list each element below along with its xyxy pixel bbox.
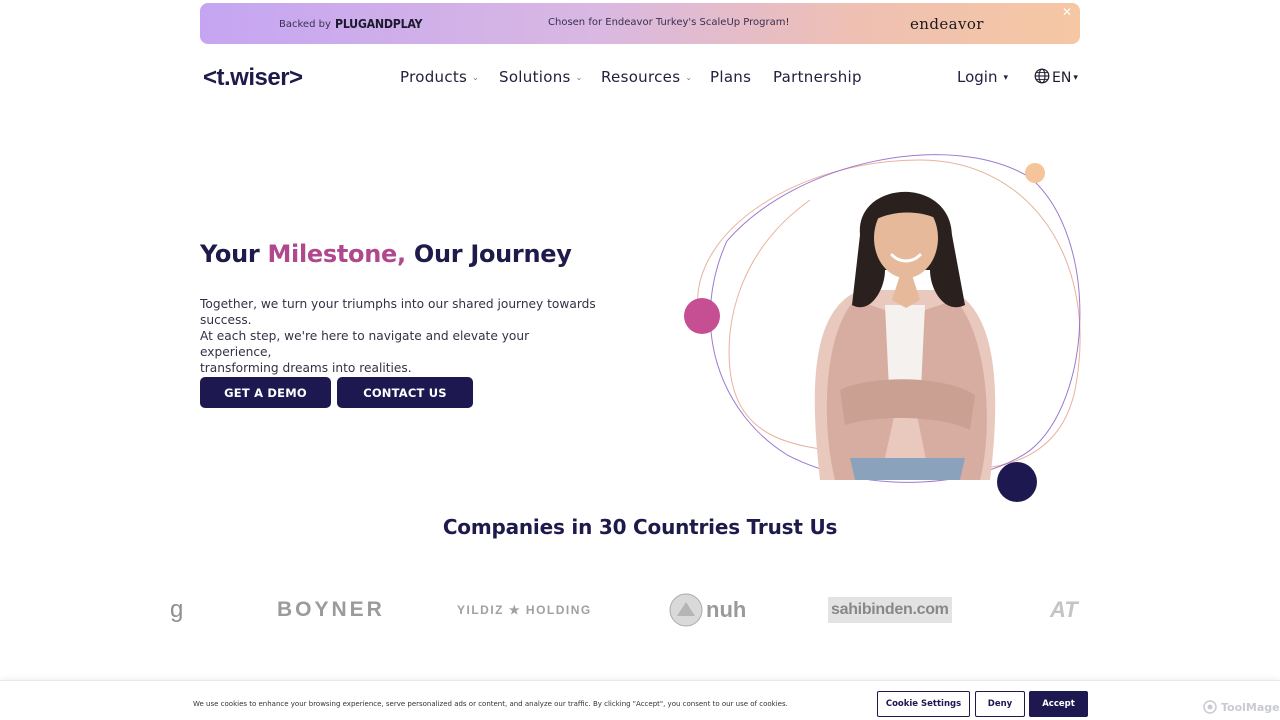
nav-resources-label: Resources <box>601 68 681 86</box>
nuh-emblem-icon <box>669 593 703 627</box>
nav-partnership[interactable]: Partnership <box>773 68 862 86</box>
chevron-down-icon: ⌄ <box>685 73 693 82</box>
language-selector[interactable]: EN ▾ <box>1034 68 1078 88</box>
chevron-down-icon: ⌄ <box>575 73 583 82</box>
client-logo-carousel: g BOYNER YILDIZ ★ HOLDING nuh sahibinden… <box>170 585 1080 635</box>
globe-icon <box>1034 68 1050 88</box>
login-label: Login <box>957 68 998 86</box>
watermark-text: ToolMage <box>1221 700 1280 714</box>
backed-by: Backed by PLUGANDPLAY <box>279 17 430 31</box>
nav-solutions-label: Solutions <box>499 68 571 86</box>
cookie-consent-text: We use cookies to enhance your browsing … <box>193 700 788 708</box>
caret-down-icon: ▾ <box>1073 73 1078 83</box>
hero-description-line: Together, we turn your triumphs into our… <box>200 297 596 327</box>
navy-dot <box>997 462 1037 502</box>
cookie-consent-bar: We use cookies to enhance your browsing … <box>0 680 1280 720</box>
trust-title: Companies in 30 Countries Trust Us <box>442 515 838 539</box>
twiser-logo[interactable]: <t.wiser> <box>203 64 303 92</box>
nav-resources[interactable]: Resources ⌄ <box>601 68 692 86</box>
close-banner-button[interactable]: ✕ <box>1062 5 1072 19</box>
deny-cookies-button[interactable]: Deny <box>975 691 1025 717</box>
client-logo-boyner: BOYNER <box>277 598 385 621</box>
login-menu[interactable]: Login ▾ <box>957 68 1008 86</box>
client-logo-nuh: nuh <box>668 585 746 635</box>
nav-plans[interactable]: Plans <box>710 68 751 86</box>
watermark-logo-icon <box>1203 700 1217 714</box>
accept-cookies-button[interactable]: Accept <box>1029 691 1088 717</box>
hero-title-accent: Milestone, <box>267 240 406 268</box>
chevron-down-icon: ⌄ <box>472 73 480 82</box>
nav-products[interactable]: Products ⌄ <box>400 68 479 86</box>
plugandplay-logo: PLUGANDPLAY <box>334 17 423 31</box>
client-logo-sahibinden: sahibinden.com <box>828 597 952 623</box>
nav-products-label: Products <box>400 68 468 86</box>
nuh-logo-text: nuh <box>706 597 747 622</box>
watermark: ToolMage <box>1203 700 1280 714</box>
nav-solutions[interactable]: Solutions ⌄ <box>499 68 583 86</box>
announcement-banner: Backed by PLUGANDPLAY Chosen for Endeavo… <box>200 3 1080 44</box>
pink-dot <box>684 298 720 334</box>
client-logo-partial: AT <box>1050 597 1078 622</box>
get-demo-button[interactable]: GET A DEMO <box>200 377 331 408</box>
peach-dot <box>1025 163 1045 183</box>
hero-description-line: transforming dreams into realities. <box>200 361 412 375</box>
endeavor-logo: endeavor <box>910 15 984 33</box>
language-code: EN <box>1052 70 1072 86</box>
contact-us-button[interactable]: CONTACT US <box>337 377 473 408</box>
endeavor-announcement: Chosen for Endeavor Turkey's ScaleUp Pro… <box>548 17 790 28</box>
hero-title-part2: Our Journey <box>405 240 572 268</box>
woman-portrait <box>814 191 996 480</box>
hero-title-part1: Your <box>200 240 268 268</box>
backed-by-label: Backed by <box>279 18 331 30</box>
nav-plans-label: Plans <box>710 68 752 86</box>
nav-partnership-label: Partnership <box>773 68 862 86</box>
client-logo-partial: g <box>170 596 184 623</box>
hero-title: Your Milestone, Our Journey <box>200 240 572 268</box>
hero-description: Together, we turn your triumphs into our… <box>200 296 600 376</box>
hero-description-line: At each step, we're here to navigate and… <box>200 329 530 359</box>
client-logo-yildiz-holding: YILDIZ ★ HOLDING <box>457 603 592 617</box>
caret-down-icon: ▾ <box>1003 73 1008 83</box>
cookie-settings-button[interactable]: Cookie Settings <box>877 691 970 717</box>
hero-illustration <box>684 154 1081 502</box>
